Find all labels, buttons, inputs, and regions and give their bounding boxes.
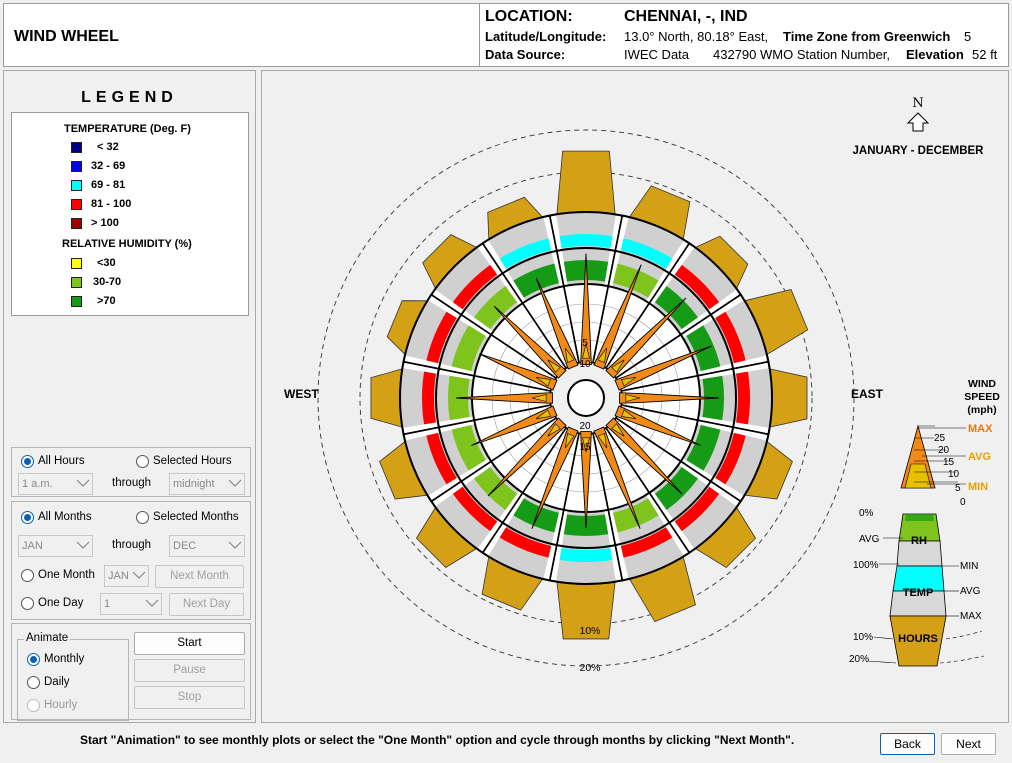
location-label: LOCATION: (485, 8, 573, 25)
temp-tick: MIN (960, 561, 978, 572)
elevation-value: 52 ft (972, 47, 998, 62)
hours-bar (370, 368, 403, 428)
next-button[interactable]: Next (941, 733, 996, 755)
temp-swatch-69-81 (71, 180, 82, 191)
rh-tick: 0% (859, 508, 874, 519)
speed-tick: 15 (943, 457, 955, 468)
key-title-line: SPEED (964, 391, 1000, 403)
key-temp-label: TEMP (903, 587, 934, 599)
speed-tick: 25 (934, 433, 946, 444)
header: WIND WHEEL LOCATION: CHENNAI, -, IND Lat… (3, 3, 1009, 67)
temp-swatch-81-100 (71, 199, 82, 210)
header-divider (479, 4, 480, 66)
rh-tick: AVG (859, 534, 880, 545)
key-hours-label: HOURS (898, 633, 938, 645)
rh-tick: 100% (853, 560, 879, 571)
months-group: All Months Selected Months JAN through D… (11, 501, 251, 620)
hours-tick: 20% (849, 654, 869, 665)
east-label: EAST (851, 387, 884, 401)
north-arrow-icon (906, 112, 930, 132)
hours-tick: 10% (853, 632, 873, 643)
station-value: 432790 WMO Station Number, (713, 47, 891, 62)
wheel-center (567, 379, 605, 417)
months-to-dropdown[interactable]: DEC (169, 535, 245, 557)
wind-wheel-panel: N JANUARY - DECEMBER WEST EAST 5 10 15 2… (261, 70, 1009, 723)
ring-label: 15 (579, 442, 591, 453)
start-button[interactable]: Start (134, 632, 245, 655)
back-button[interactable]: Back (880, 733, 935, 755)
humidity-heading: RELATIVE HUMIDITY (%) (62, 238, 192, 250)
speed-tick: 20 (938, 445, 950, 456)
speed-tick: 10 (948, 469, 960, 480)
speed-tick: 0 (960, 497, 966, 508)
chevron-down-icon (132, 571, 146, 579)
hours-ring-label: 10% (579, 625, 600, 637)
left-panel: LEGEND TEMPERATURE (Deg. F) < 32 32 - 69… (3, 70, 256, 723)
temp-swatch-gt100 (71, 218, 82, 229)
rh-swatch-lt30 (71, 258, 82, 269)
temp-avg-band (559, 234, 613, 248)
temp-tick: MAX (960, 611, 982, 622)
west-label: WEST (284, 387, 319, 401)
next-day-button[interactable]: Next Day (169, 593, 244, 616)
one-day-dropdown[interactable]: 1 (100, 593, 162, 615)
chevron-down-icon (145, 599, 159, 607)
key-title-line: (mph) (967, 404, 996, 416)
chevron-down-icon (228, 479, 242, 487)
hours-bar (556, 150, 616, 215)
temp-avg-band (736, 371, 750, 425)
ring-label: 5 (582, 338, 588, 349)
speed-tick: 5 (955, 483, 961, 494)
legend-box: TEMPERATURE (Deg. F) < 32 32 - 69 69 - 8… (11, 112, 249, 316)
key-min-label: MIN (968, 481, 988, 493)
chevron-down-icon (76, 479, 90, 487)
wind-wheel-canvas: N JANUARY - DECEMBER WEST EAST 5 10 15 2… (284, 96, 1000, 674)
rh-swatch-30-70 (71, 277, 82, 288)
animate-legend: Animate (24, 632, 71, 644)
legend-title: LEGEND (81, 89, 178, 106)
hours-through-label: through (112, 477, 152, 489)
temp-swatch-32-69 (71, 161, 82, 172)
chevron-down-icon (228, 541, 242, 549)
months-from-dropdown[interactable]: JAN (18, 535, 93, 557)
rh-swatch-gt70 (71, 296, 82, 307)
latlon-label: Latitude/Longitude: (485, 29, 607, 44)
hours-from-dropdown[interactable]: 1 a.m. (18, 473, 93, 495)
months-through-label: through (112, 539, 152, 551)
temperature-heading: TEMPERATURE (Deg. F) (64, 123, 191, 135)
latlon-value: 13.0° North, 80.18° East, (624, 29, 769, 44)
key-rh-label: RH (911, 535, 927, 547)
animate-box: Animate Monthly Daily Hourly (17, 632, 129, 721)
wind-speed-key: WIND SPEED (mph) 25 20 15 10 5 0 MAX AVG… (849, 378, 1000, 667)
key-max-label: MAX (968, 423, 993, 435)
key-title-line: WIND (968, 378, 996, 390)
period-label: JANUARY - DECEMBER (853, 145, 985, 157)
source-value: IWEC Data (624, 47, 690, 62)
animate-group: Animate Monthly Daily Hourly Start Pause… (11, 623, 251, 721)
one-month-dropdown[interactable]: JAN (104, 565, 149, 587)
location-value: CHENNAI, -, IND (624, 8, 748, 25)
source-label: Data Source: (485, 47, 566, 62)
pause-button[interactable]: Pause (134, 659, 245, 682)
chevron-down-icon (76, 541, 90, 549)
north-label: N (912, 96, 923, 111)
temp-avg-band (422, 371, 436, 425)
temp-avg-band (559, 548, 613, 562)
timezone-value: 5 (964, 29, 972, 44)
app-title: WIND WHEEL (14, 28, 119, 45)
elevation-label: Elevation (906, 47, 964, 62)
ring-label: 20 (579, 421, 591, 432)
hours-bar (769, 368, 808, 428)
key-avg-label: AVG (968, 451, 991, 463)
hours-to-dropdown[interactable]: midnight (169, 473, 245, 495)
ring-label: 10 (579, 359, 591, 370)
temp-tick: AVG (960, 586, 981, 597)
stop-button[interactable]: Stop (134, 686, 245, 709)
hours-group: All Hours Selected Hours 1 a.m. through … (11, 447, 251, 497)
next-month-button[interactable]: Next Month (155, 565, 244, 588)
hours-ring-label: 20% (579, 662, 600, 674)
footer-message: Start "Animation" to see monthly plots o… (80, 733, 795, 747)
timezone-label: Time Zone from Greenwich (783, 29, 951, 44)
temp-swatch-lt32 (71, 142, 82, 153)
